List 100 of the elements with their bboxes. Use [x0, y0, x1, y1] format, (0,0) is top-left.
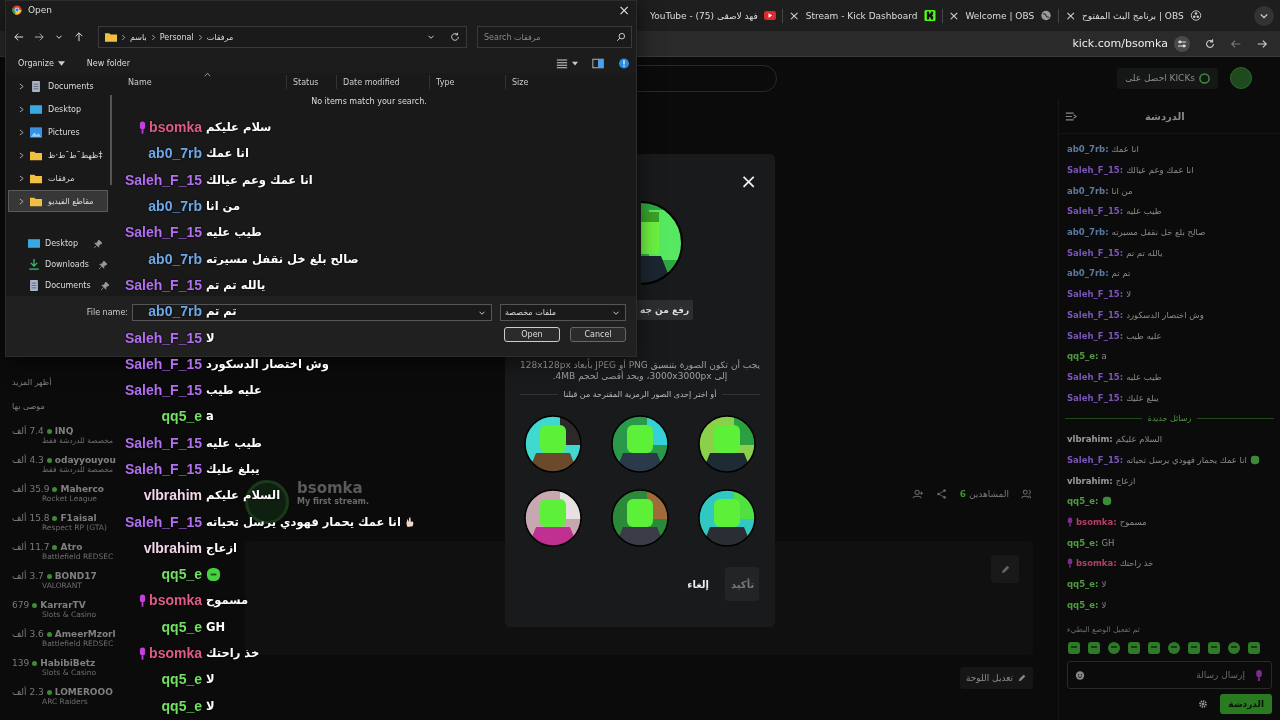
chat-username: Saleh_F_15 [124, 276, 202, 293]
channel-bio: My first stream. [297, 497, 369, 506]
file-type-dropdown[interactable]: ملفات مخصصة [500, 304, 626, 322]
chat-message: GH [206, 619, 226, 634]
chat-username[interactable]: Saleh_F_15: [1067, 165, 1124, 176]
chat-message: صالح بلغ خل نقفل مسيرته [206, 251, 359, 266]
chat-message: السلام عليكم [206, 488, 281, 503]
chat-username[interactable]: Saleh_F_15: [1067, 309, 1124, 320]
chat-username: qq5_e [161, 408, 202, 425]
close-tab-button[interactable]: × [948, 9, 960, 22]
chat-username[interactable]: Saleh_F_15: [1067, 289, 1124, 300]
close-tab-button[interactable]: × [1065, 9, 1077, 22]
chat-username: qq5_e [161, 566, 202, 583]
hint-text: يجب أن تكون الصورة بتنسيق PNG أو JPEG بأبعاد 128x128px إلى 3000x3000px، وبحد أقصى لحجم 4MB. [519, 360, 761, 382]
chat-username[interactable]: vlbrahim: [1067, 475, 1113, 486]
close-button[interactable]: × [618, 2, 630, 19]
nav-item[interactable]: Documents [8, 75, 108, 98]
column-header[interactable]: Name [122, 75, 286, 90]
chat-username: bsomka [149, 592, 202, 609]
chat-message: وش اختصار الدسكورد [206, 356, 329, 371]
chat-username[interactable]: ab0_7rb: [1067, 227, 1109, 238]
chat-message: انا عمك يحمار فهودي يرسل تحياته [1126, 454, 1247, 465]
chat-username[interactable]: vlbrahim: [1067, 434, 1113, 445]
chat-username[interactable]: qq5_e: [1067, 351, 1099, 362]
column-header[interactable]: Size [505, 75, 555, 90]
chat-message: خذ راحتك [206, 646, 260, 661]
close-button[interactable]: × [740, 172, 757, 190]
close-tab-button[interactable]: × [788, 9, 800, 22]
chat-message: سلام عليكم [206, 120, 272, 135]
column-header[interactable]: Status [286, 75, 336, 90]
new-messages-divider: رسائل جديدة [1147, 413, 1192, 423]
chat-message: انا عمك وعم عيالك [206, 172, 313, 187]
chat-message: لا [206, 330, 215, 345]
chat-message: يالله تم تم [206, 277, 266, 292]
cancel-button[interactable]: Cancel [570, 327, 626, 343]
chat-username[interactable]: bsomka: [1076, 558, 1117, 569]
nav-item[interactable]: Pictures [8, 121, 108, 144]
chat-message: لا [1101, 579, 1107, 590]
quick-access-item[interactable]: Downloads [8, 254, 108, 276]
nav-item[interactable]: مقاطع الفيديو [8, 190, 108, 213]
chat-username: qq5_e [161, 671, 202, 688]
channel-name: bsomka [297, 480, 364, 497]
chat-message: عليه طيب [1126, 330, 1162, 341]
chat-message: لا [1101, 599, 1107, 610]
organize-button[interactable]: Organize [14, 59, 69, 68]
chat-button[interactable]: الدردشة [1220, 694, 1272, 714]
browser-tab[interactable]: Stream - Kick Dashboard [805, 10, 918, 21]
kicks-button[interactable]: احصل على KICKs [1117, 67, 1218, 89]
cancel-button[interactable]: إلغاء [681, 577, 715, 591]
browser-tab[interactable]: YouTube - فهد لاصقى (75) [650, 10, 758, 21]
chat-username[interactable]: ab0_7rb: [1067, 185, 1109, 196]
nav-item[interactable]: ظهط¯ط¯ط·ظ‡ [8, 144, 108, 167]
chat-username: Saleh_F_15 [124, 171, 202, 188]
show-more-link[interactable]: أظهر المزيد [12, 378, 52, 402]
chat-username[interactable]: ab0_7rb: [1067, 144, 1109, 155]
chat-username[interactable]: qq5_e: [1067, 599, 1099, 610]
chat-username[interactable]: ab0_7rb: [1067, 268, 1109, 279]
message-field[interactable]: إرسال رسالة [1067, 661, 1272, 689]
upload-button[interactable]: رفع من جه [636, 300, 694, 320]
chat-message: مسموح [206, 593, 249, 608]
chat-username[interactable]: bsomka: [1076, 517, 1117, 528]
quick-access-item[interactable]: Documents [8, 275, 108, 297]
chat-message: لا [206, 698, 215, 713]
browser-tab[interactable]: برنامج البث المفتوح | OBS [1082, 10, 1184, 21]
section-title: موصى بها [12, 402, 45, 413]
chat-username[interactable]: Saleh_F_15: [1067, 392, 1124, 403]
column-header[interactable]: Type [429, 75, 505, 90]
address-bar[interactable]: kick.com/bsomka [1072, 37, 1168, 50]
breadcrumb-item[interactable]: Personal [159, 32, 194, 42]
chat-username: Saleh_F_15 [124, 355, 202, 372]
chat-username: Saleh_F_15 [124, 461, 202, 477]
chat-username[interactable]: Saleh_F_15: [1067, 330, 1124, 341]
nav-item[interactable]: مرفقات [8, 167, 108, 190]
open-button[interactable]: Open [504, 327, 560, 343]
browser-tab[interactable]: Welcome | OBS [965, 10, 1035, 21]
chat-username[interactable]: qq5_e: [1067, 496, 1099, 507]
chat-username[interactable]: qq5_e: [1067, 579, 1099, 590]
chat-username[interactable]: Saleh_F_15: [1067, 247, 1124, 258]
chat-username: bsomka [149, 645, 202, 662]
search-field[interactable]: Search مرفقات [477, 26, 632, 49]
chat-username[interactable]: Saleh_F_15: [1067, 371, 1124, 382]
breadcrumb-item[interactable]: باسم [130, 32, 147, 42]
chat-username: ab0_7rb [148, 303, 202, 320]
chat-message: ازعاج [1115, 475, 1136, 486]
chat-username[interactable]: Saleh_F_15: [1067, 454, 1124, 465]
nav-item[interactable]: Desktop [8, 98, 108, 121]
chat-username: vlbrahim [143, 487, 202, 504]
edit-panel-button[interactable]: تعديل اللوحة [960, 667, 1033, 689]
chat-message: لا [206, 672, 215, 687]
chat-username: Saleh_F_15 [124, 513, 202, 530]
breadcrumb-item[interactable]: مرفقات [206, 32, 234, 42]
chat-message: من انا [1111, 185, 1133, 196]
chat-username[interactable]: Saleh_F_15: [1067, 206, 1124, 217]
new-folder-button[interactable]: New folder [82, 59, 135, 68]
divider-label: أو اختر إحدى الصور الرمزية المقترحة من قبلنا [563, 390, 717, 399]
chat-username[interactable]: qq5_e: [1067, 537, 1099, 548]
chat-message: انا عمك يحمار فهودي يرسل تحياته [206, 514, 401, 529]
chat-title: الدردشة [1145, 110, 1185, 122]
column-header[interactable]: Date modified [336, 75, 429, 90]
quick-access-item[interactable]: Desktop [8, 233, 108, 255]
